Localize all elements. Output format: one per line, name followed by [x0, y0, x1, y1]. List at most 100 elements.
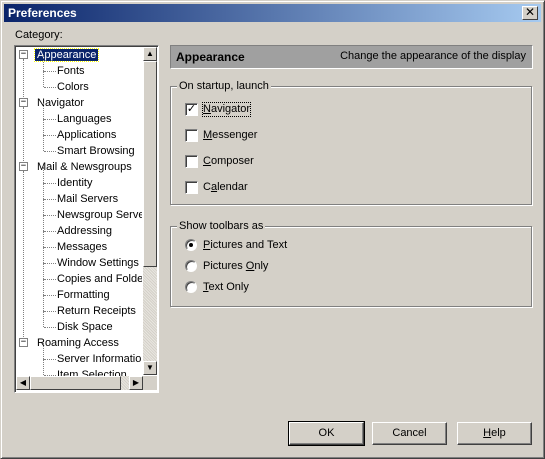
window-title: Preferences	[8, 6, 77, 20]
tree-branch-line	[43, 119, 44, 135]
category-tree[interactable]: − Appearance Fonts Colors − Navigator Language…	[14, 45, 159, 393]
tree-item-label: Identity	[57, 177, 93, 189]
tree-branch-line	[43, 167, 44, 183]
vertical-scroll-thumb[interactable]	[143, 61, 157, 267]
checkmark-icon: ✓	[186, 103, 197, 115]
tree-branch-line	[43, 231, 44, 247]
tree-item-appearance[interactable]: Appearance	[33, 47, 100, 63]
tree-branch-line	[43, 279, 44, 295]
text-only-rest: ext Only	[208, 281, 249, 293]
tree-connector-line	[23, 171, 24, 339]
tree-item-mail-servers[interactable]: Mail Servers	[55, 191, 120, 207]
tree-connector-line	[23, 107, 24, 163]
scroll-down-icon[interactable]: ▼	[143, 361, 157, 375]
messenger-label-mnemonic: M	[203, 129, 213, 141]
tree-item-label: Messages	[57, 241, 108, 253]
composer-label-mnemonic: C	[203, 155, 211, 167]
tree-item-applications[interactable]: Applications	[55, 127, 118, 143]
tree-item-return-receipts[interactable]: Return Receipts	[55, 303, 138, 319]
tree-item-label: Fonts	[57, 65, 85, 77]
horizontal-scrollbar[interactable]: ◀ ▶	[16, 376, 143, 390]
toolbars-group: Show toolbars as Pictures and Text Pictu…	[170, 220, 532, 307]
tree-branch-line	[43, 343, 44, 359]
tree-item-label: Server Information	[57, 353, 142, 365]
calendar-checkbox[interactable]	[185, 181, 198, 194]
tree-branch-line	[43, 359, 44, 375]
tree-item-languages[interactable]: Languages	[55, 111, 113, 127]
tree-item-newsgroup-servers[interactable]: Newsgroup Servers	[55, 207, 142, 223]
tree-item-label: Copies and Folders	[57, 273, 142, 285]
title-bar: Preferences ✕	[4, 4, 541, 22]
tree-branch-line	[43, 71, 44, 87]
text-only-radio[interactable]	[185, 281, 197, 293]
tree-item-messages[interactable]: Messages	[55, 239, 109, 255]
close-icon[interactable]: ✕	[522, 6, 538, 20]
tree-item-identity[interactable]: Identity	[55, 175, 94, 191]
tree-collapse-icon[interactable]: −	[19, 50, 28, 59]
tree-branch-line	[43, 103, 44, 119]
scroll-left-icon[interactable]: ◀	[16, 376, 30, 390]
cancel-button[interactable]: Cancel	[372, 422, 447, 445]
navigator-label-mnemonic: N	[203, 103, 211, 115]
pictures-and-text-rest: ictures and Text	[210, 239, 288, 251]
tree-item-copies-and-folders[interactable]: Copies and Folders	[55, 271, 142, 287]
tree-item-label: Addressing	[57, 225, 113, 237]
pictures-and-text-radio[interactable]	[185, 239, 197, 251]
tree-item-label: Return Receipts	[57, 305, 136, 317]
scroll-right-icon[interactable]: ▶	[129, 376, 143, 390]
tree-item-addressing[interactable]: Addressing	[55, 223, 114, 239]
preferences-dialog: Preferences ✕ Category: − Appearance Fonts…	[0, 0, 545, 459]
help-button-mnemonic: H	[483, 427, 492, 439]
tree-collapse-icon[interactable]: −	[19, 162, 28, 171]
panel-title: Appearance	[176, 50, 245, 64]
radio-selected-dot	[189, 243, 193, 247]
tree-item-label: Roaming Access	[37, 337, 119, 349]
tree-collapse-icon[interactable]: −	[19, 338, 28, 347]
tree-branch-line	[43, 311, 44, 327]
messenger-checkbox[interactable]	[185, 129, 198, 142]
tree-item-label: Colors	[57, 81, 89, 93]
tree-branch-line	[43, 263, 44, 279]
help-button-rest: elp	[491, 427, 506, 439]
tree-collapse-icon[interactable]: −	[19, 98, 28, 107]
navigator-checkbox[interactable]: ✓	[185, 103, 198, 116]
scroll-up-icon[interactable]: ▲	[143, 47, 157, 61]
panel-description: Change the appearance of the display	[340, 50, 526, 62]
tree-item-label: Languages	[57, 113, 112, 125]
tree-item-smart-browsing[interactable]: Smart Browsing	[55, 143, 137, 159]
tree-item-label: Appearance	[33, 48, 100, 62]
calendar-label-rest: lendar	[217, 181, 248, 193]
tree-item-label: Item Selection	[57, 369, 127, 376]
tree-branch-line	[43, 247, 44, 263]
tree-item-label: Formatting	[57, 289, 110, 301]
tree-item-disk-space[interactable]: Disk Space	[55, 319, 115, 335]
ok-button[interactable]: OK	[288, 421, 365, 446]
tree-branch-line	[43, 183, 44, 199]
navigator-label-rest: avigator	[210, 103, 251, 115]
tree-item-roaming-access[interactable]: Roaming Access	[35, 335, 121, 351]
tree-item-fonts[interactable]: Fonts	[55, 63, 87, 79]
tree-item-formatting[interactable]: Formatting	[55, 287, 112, 303]
tree-item-colors[interactable]: Colors	[55, 79, 91, 95]
tree-item-label: Window Settings	[57, 257, 139, 269]
messenger-label-rest: essenger	[212, 129, 258, 141]
tree-item-server-information[interactable]: Server Information	[55, 351, 142, 367]
composer-label: Composer	[203, 155, 254, 168]
tree-branch-line	[43, 199, 44, 215]
panel-header: Appearance Change the appearance of the …	[170, 45, 533, 69]
tree-branch-line	[43, 135, 44, 151]
horizontal-scroll-thumb[interactable]	[30, 376, 121, 390]
composer-label-rest: omposer	[210, 155, 254, 167]
help-button[interactable]: Help	[457, 422, 532, 445]
tree-item-window-settings[interactable]: Window Settings	[55, 255, 141, 271]
tree-item-item-selection[interactable]: Item Selection	[55, 367, 129, 376]
tree-item-label: Disk Space	[57, 321, 113, 333]
tree-item-label: Mail & Newsgroups	[37, 161, 132, 173]
pictures-only-radio[interactable]	[185, 260, 197, 272]
tree-item-mail-newsgroups[interactable]: Mail & Newsgroups	[35, 159, 134, 175]
composer-checkbox[interactable]	[185, 155, 198, 168]
tree-viewport: − Appearance Fonts Colors − Navigator Language…	[17, 47, 142, 376]
vertical-scrollbar[interactable]: ▲ ▼	[143, 47, 157, 375]
tree-item-label: Newsgroup Servers	[57, 209, 142, 221]
calendar-label-start: C	[203, 181, 211, 193]
